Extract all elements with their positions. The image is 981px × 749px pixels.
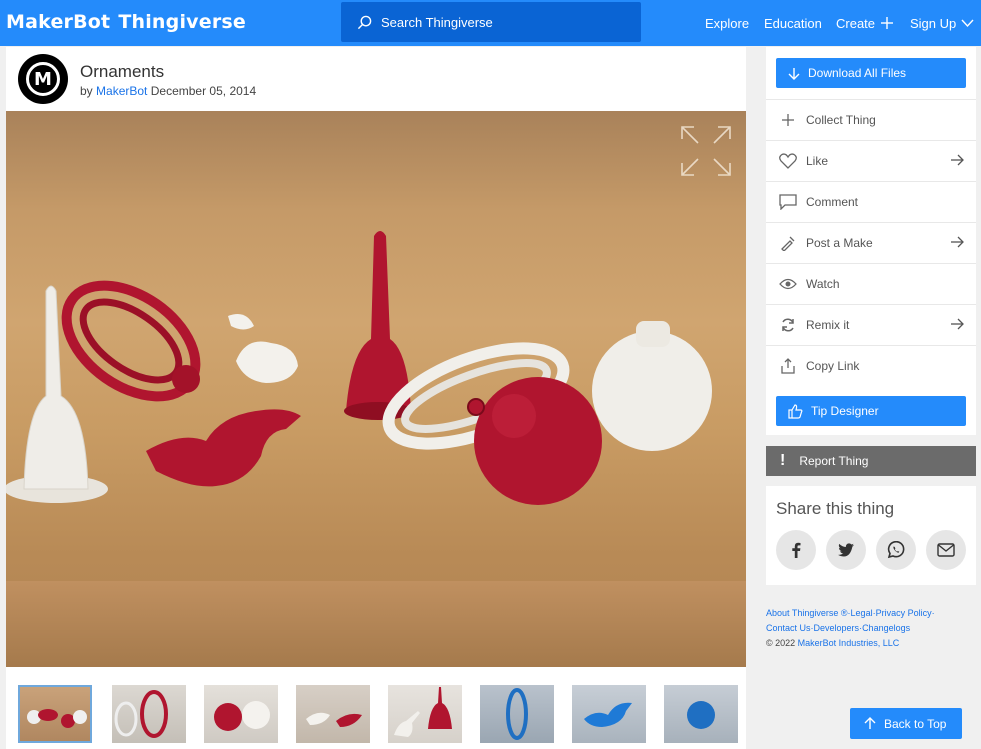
thumbnail-3[interactable] <box>204 685 278 743</box>
thumbnail-8[interactable] <box>664 685 738 743</box>
download-label: Download All Files <box>808 66 907 80</box>
like-button[interactable]: Like <box>766 140 976 181</box>
separator: · <box>931 608 935 618</box>
share-panel: Share this thing <box>766 486 976 585</box>
facebook-icon[interactable] <box>776 530 816 570</box>
footer-links: About Thingiverse ®·Legal·Privacy Policy… <box>766 606 976 651</box>
eye-icon <box>778 274 798 294</box>
developers-link[interactable]: Developers <box>814 623 860 633</box>
nav-education[interactable]: Education <box>764 0 822 46</box>
chevron-down-icon <box>961 19 974 27</box>
legal-link[interactable]: Legal <box>851 608 873 618</box>
like-label: Like <box>806 154 829 168</box>
nav-signup-label: Sign Up <box>910 15 957 31</box>
arrow-right-icon <box>951 318 964 330</box>
by-label: by <box>80 84 93 98</box>
comment-label: Comment <box>806 195 859 209</box>
thumbs-up-icon <box>788 403 803 419</box>
company-link[interactable]: MakerBot Industries, LLC <box>798 638 900 648</box>
post-make-button[interactable]: Post a Make <box>766 222 976 263</box>
heart-icon <box>778 151 798 171</box>
thumbnail-4[interactable] <box>296 685 370 743</box>
nav-create[interactable]: Create <box>836 0 894 46</box>
nav-explore-label: Explore <box>705 15 750 31</box>
download-all-button[interactable]: Download All Files <box>776 58 966 88</box>
thumbnail-2[interactable] <box>112 685 186 743</box>
thumbnail-5[interactable] <box>388 685 462 743</box>
thing-card: M Ornaments by MakerBot December 05, 201… <box>6 47 746 749</box>
search-bar[interactable]: Search Thingiverse <box>341 2 641 42</box>
avatar[interactable]: M <box>18 54 68 104</box>
byline: by MakerBot December 05, 2014 <box>80 84 256 98</box>
arrow-down-icon <box>788 67 800 80</box>
exclamation-icon: ! <box>780 452 786 469</box>
tip-designer-button[interactable]: Tip Designer <box>776 396 966 426</box>
arrow-right-icon <box>951 154 964 166</box>
search-placeholder: Search Thingiverse <box>381 14 493 30</box>
nav-create-label: Create <box>836 15 876 31</box>
whatsapp-icon[interactable] <box>876 530 916 570</box>
thumbnail-7[interactable] <box>572 685 646 743</box>
thumbnail-6[interactable] <box>480 685 554 743</box>
remix-button[interactable]: Remix it <box>766 304 976 345</box>
tip-designer-label: Tip Designer <box>811 404 879 418</box>
top-navbar: MakerBot Thingiverse Search Thingiverse … <box>0 0 981 46</box>
watch-label: Watch <box>806 277 840 291</box>
changelogs-link[interactable]: Changelogs <box>862 623 910 633</box>
plus-icon <box>778 110 798 130</box>
main-image[interactable] <box>6 111 746 667</box>
nav-education-label: Education <box>764 15 822 31</box>
copy-link-button[interactable]: Copy Link <box>766 345 976 386</box>
watch-button[interactable]: Watch <box>766 263 976 304</box>
share-title: Share this thing <box>776 499 895 518</box>
ornaments-photo <box>6 231 712 505</box>
thumbnail-strip <box>18 685 746 745</box>
arrow-up-icon <box>864 717 876 729</box>
plus-icon <box>881 17 894 29</box>
privacy-link[interactable]: Privacy Policy <box>876 608 932 618</box>
comment-icon <box>778 192 798 212</box>
logo-thingiverse: Thingiverse <box>118 11 247 33</box>
collect-thing-button[interactable]: Collect Thing <box>766 99 976 140</box>
report-thing-button[interactable]: ! Report Thing <box>766 446 976 476</box>
back-to-top-button[interactable]: Back to Top <box>850 708 962 739</box>
contact-link[interactable]: Contact Us <box>766 623 811 633</box>
share-upload-icon <box>778 356 798 376</box>
back-to-top-label: Back to Top <box>884 716 947 731</box>
comment-button[interactable]: Comment <box>766 181 976 222</box>
page-title: Ornaments <box>80 62 165 81</box>
email-icon[interactable] <box>926 530 966 570</box>
post-make-label: Post a Make <box>806 236 873 250</box>
make-tool-icon <box>778 233 798 253</box>
remix-icon <box>778 315 798 335</box>
site-logo[interactable]: MakerBot Thingiverse <box>6 9 246 35</box>
logo-makerbot: MakerBot <box>6 11 111 33</box>
nav-explore[interactable]: Explore <box>705 0 749 46</box>
registered-mark: ® <box>840 608 848 618</box>
copyright: © 2022 <box>766 638 796 648</box>
report-label: Report Thing <box>799 454 869 468</box>
fullscreen-icon[interactable] <box>680 125 732 177</box>
nav-signup[interactable]: Sign Up <box>910 0 974 46</box>
author-link[interactable]: MakerBot <box>96 84 147 98</box>
remix-label: Remix it <box>806 318 850 332</box>
collect-label: Collect Thing <box>806 113 876 127</box>
thumbnail-1[interactable] <box>18 685 92 743</box>
twitter-icon[interactable] <box>826 530 866 570</box>
arrow-right-icon <box>951 236 964 248</box>
makerbot-logo-icon: M <box>26 62 60 96</box>
actions-panel: Download All Files Collect Thing Like Co… <box>766 47 976 435</box>
search-icon <box>357 15 372 29</box>
publish-date: December 05, 2014 <box>150 84 257 98</box>
about-link[interactable]: About Thingiverse <box>766 608 838 618</box>
copy-link-label: Copy Link <box>806 359 860 373</box>
